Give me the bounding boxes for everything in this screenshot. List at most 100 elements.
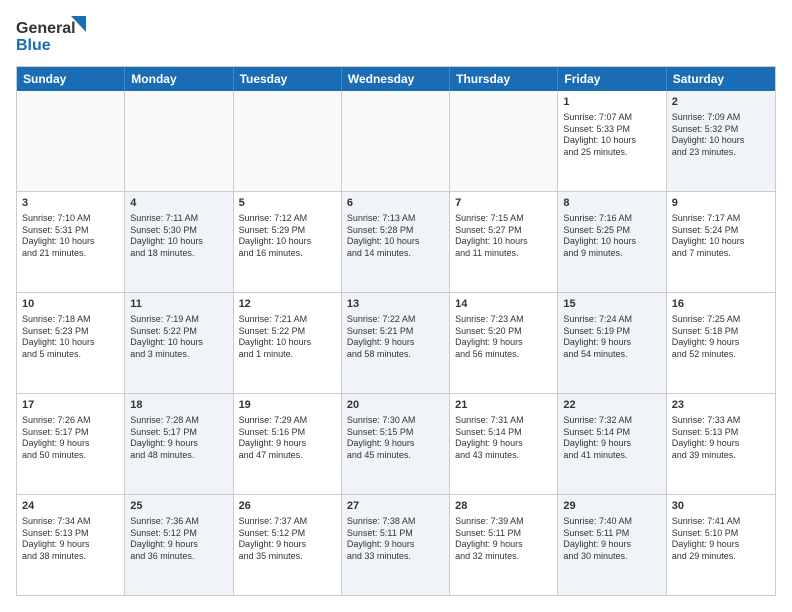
day-number: 30 (672, 499, 770, 514)
day-number: 1 (563, 95, 660, 110)
day-info: Sunrise: 7:31 AM Sunset: 5:14 PM Dayligh… (455, 415, 552, 462)
day-cell: 25 Sunrise: 7:36 AM Sunset: 5:12 PM Dayli… (125, 495, 233, 595)
day-info: Sunrise: 7:13 AM Sunset: 5:28 PM Dayligh… (347, 213, 444, 260)
day-number: 20 (347, 398, 444, 413)
day-cell: 23 Sunrise: 7:33 AM Sunset: 5:13 PM Dayli… (667, 394, 775, 494)
day-number: 14 (455, 297, 552, 312)
day-info: Sunrise: 7:33 AM Sunset: 5:13 PM Dayligh… (672, 415, 770, 462)
day-cell: 9Sunrise: 7:17 AM Sunset: 5:24 PM Daylig… (667, 192, 775, 292)
calendar-row: 17 Sunrise: 7:26 AM Sunset: 5:17 PM Dayli… (17, 393, 775, 494)
day-info: Sunrise: 7:19 AM Sunset: 5:22 PM Dayligh… (130, 314, 227, 361)
day-info: Sunrise: 7:32 AM Sunset: 5:14 PM Dayligh… (563, 415, 660, 462)
day-cell: 5 Sunrise: 7:12 AM Sunset: 5:29 PM Daylig… (234, 192, 342, 292)
weekday-header: Wednesday (342, 67, 450, 91)
day-number: 15 (563, 297, 660, 312)
empty-cell (450, 91, 558, 191)
logo: GeneralBlue (16, 16, 86, 56)
day-number: 25 (130, 499, 227, 514)
day-number: 9 (672, 196, 770, 211)
day-cell: 13 Sunrise: 7:22 AM Sunset: 5:21 PM Dayli… (342, 293, 450, 393)
weekday-header: Monday (125, 67, 233, 91)
day-cell: 14 Sunrise: 7:23 AM Sunset: 5:20 PM Dayli… (450, 293, 558, 393)
day-number: 12 (239, 297, 336, 312)
day-cell: 24 Sunrise: 7:34 AM Sunset: 5:13 PM Dayli… (17, 495, 125, 595)
day-cell: 28 Sunrise: 7:39 AM Sunset: 5:11 PM Dayli… (450, 495, 558, 595)
day-cell: 30 Sunrise: 7:41 AM Sunset: 5:10 PM Dayli… (667, 495, 775, 595)
svg-text:General: General (16, 20, 76, 37)
day-info: Sunrise: 7:41 AM Sunset: 5:10 PM Dayligh… (672, 516, 770, 563)
day-cell: 16Sunrise: 7:25 AM Sunset: 5:18 PM Dayli… (667, 293, 775, 393)
day-info: Sunrise: 7:34 AM Sunset: 5:13 PM Dayligh… (22, 516, 119, 563)
day-info: Sunrise: 7:28 AM Sunset: 5:17 PM Dayligh… (130, 415, 227, 462)
calendar: SundayMondayTuesdayWednesdayThursdayFrid… (16, 66, 776, 596)
day-info: Sunrise: 7:22 AM Sunset: 5:21 PM Dayligh… (347, 314, 444, 361)
day-cell: 18 Sunrise: 7:28 AM Sunset: 5:17 PM Dayli… (125, 394, 233, 494)
day-number: 6 (347, 196, 444, 211)
day-info: Sunrise: 7:16 AM Sunset: 5:25 PM Dayligh… (563, 213, 660, 260)
day-info: Sunrise: 7:26 AM Sunset: 5:17 PM Dayligh… (22, 415, 119, 462)
day-cell: 6 Sunrise: 7:13 AM Sunset: 5:28 PM Daylig… (342, 192, 450, 292)
day-info: Sunrise: 7:10 AM Sunset: 5:31 PM Dayligh… (22, 213, 119, 260)
day-number: 22 (563, 398, 660, 413)
day-cell: 15 Sunrise: 7:24 AM Sunset: 5:19 PM Dayli… (558, 293, 666, 393)
day-number: 21 (455, 398, 552, 413)
day-number: 10 (22, 297, 119, 312)
calendar-header: SundayMondayTuesdayWednesdayThursdayFrid… (17, 67, 775, 91)
day-info: Sunrise: 7:38 AM Sunset: 5:11 PM Dayligh… (347, 516, 444, 563)
day-info: Sunrise: 7:15 AM Sunset: 5:27 PM Dayligh… (455, 213, 552, 260)
day-cell: 17 Sunrise: 7:26 AM Sunset: 5:17 PM Dayli… (17, 394, 125, 494)
day-cell: 26 Sunrise: 7:37 AM Sunset: 5:12 PM Dayli… (234, 495, 342, 595)
empty-cell (17, 91, 125, 191)
day-cell: 27 Sunrise: 7:38 AM Sunset: 5:11 PM Dayli… (342, 495, 450, 595)
day-cell: 12 Sunrise: 7:21 AM Sunset: 5:22 PM Dayli… (234, 293, 342, 393)
day-number: 24 (22, 499, 119, 514)
day-number: 2 (672, 95, 770, 110)
empty-cell (342, 91, 450, 191)
day-info: Sunrise: 7:12 AM Sunset: 5:29 PM Dayligh… (239, 213, 336, 260)
day-cell: 21 Sunrise: 7:31 AM Sunset: 5:14 PM Dayli… (450, 394, 558, 494)
header: GeneralBlue (16, 16, 776, 56)
day-cell: 8 Sunrise: 7:16 AM Sunset: 5:25 PM Daylig… (558, 192, 666, 292)
day-number: 28 (455, 499, 552, 514)
day-cell: 20 Sunrise: 7:30 AM Sunset: 5:15 PM Dayli… (342, 394, 450, 494)
day-number: 13 (347, 297, 444, 312)
day-number: 23 (672, 398, 770, 413)
day-info: Sunrise: 7:24 AM Sunset: 5:19 PM Dayligh… (563, 314, 660, 361)
day-info: Sunrise: 7:30 AM Sunset: 5:15 PM Dayligh… (347, 415, 444, 462)
weekday-header: Thursday (450, 67, 558, 91)
page: GeneralBlue SundayMondayTuesdayWednesday… (0, 0, 792, 612)
day-number: 26 (239, 499, 336, 514)
day-info: Sunrise: 7:23 AM Sunset: 5:20 PM Dayligh… (455, 314, 552, 361)
empty-cell (125, 91, 233, 191)
calendar-row: 24 Sunrise: 7:34 AM Sunset: 5:13 PM Dayli… (17, 494, 775, 595)
day-info: Sunrise: 7:18 AM Sunset: 5:23 PM Dayligh… (22, 314, 119, 361)
day-number: 27 (347, 499, 444, 514)
calendar-body: 1Sunrise: 7:07 AM Sunset: 5:33 PM Daylig… (17, 91, 775, 595)
svg-text:Blue: Blue (16, 37, 51, 54)
calendar-row: 3Sunrise: 7:10 AM Sunset: 5:31 PM Daylig… (17, 191, 775, 292)
day-number: 8 (563, 196, 660, 211)
day-number: 18 (130, 398, 227, 413)
day-number: 17 (22, 398, 119, 413)
day-cell: 1Sunrise: 7:07 AM Sunset: 5:33 PM Daylig… (558, 91, 666, 191)
empty-cell (234, 91, 342, 191)
day-number: 5 (239, 196, 336, 211)
day-cell: 19Sunrise: 7:29 AM Sunset: 5:16 PM Dayli… (234, 394, 342, 494)
logo-svg: GeneralBlue (16, 16, 86, 56)
day-info: Sunrise: 7:37 AM Sunset: 5:12 PM Dayligh… (239, 516, 336, 563)
day-info: Sunrise: 7:36 AM Sunset: 5:12 PM Dayligh… (130, 516, 227, 563)
calendar-row: 1Sunrise: 7:07 AM Sunset: 5:33 PM Daylig… (17, 91, 775, 191)
day-number: 4 (130, 196, 227, 211)
day-number: 29 (563, 499, 660, 514)
day-cell: 10 Sunrise: 7:18 AM Sunset: 5:23 PM Dayli… (17, 293, 125, 393)
day-cell: 29 Sunrise: 7:40 AM Sunset: 5:11 PM Dayli… (558, 495, 666, 595)
weekday-header: Sunday (17, 67, 125, 91)
day-info: Sunrise: 7:11 AM Sunset: 5:30 PM Dayligh… (130, 213, 227, 260)
day-info: Sunrise: 7:21 AM Sunset: 5:22 PM Dayligh… (239, 314, 336, 361)
day-number: 11 (130, 297, 227, 312)
day-info: Sunrise: 7:09 AM Sunset: 5:32 PM Dayligh… (672, 112, 770, 159)
day-cell: 2 Sunrise: 7:09 AM Sunset: 5:32 PM Daylig… (667, 91, 775, 191)
day-info: Sunrise: 7:39 AM Sunset: 5:11 PM Dayligh… (455, 516, 552, 563)
day-info: Sunrise: 7:29 AM Sunset: 5:16 PM Dayligh… (239, 415, 336, 462)
day-info: Sunrise: 7:40 AM Sunset: 5:11 PM Dayligh… (563, 516, 660, 563)
